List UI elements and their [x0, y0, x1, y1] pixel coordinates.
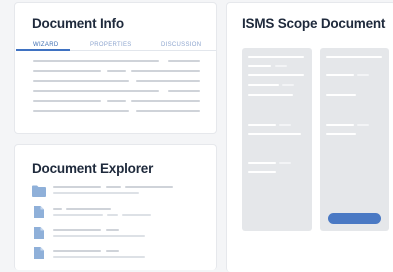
info-text-line [136, 80, 200, 82]
info-text-line [33, 100, 101, 102]
explorer-item-line [53, 214, 103, 216]
info-text-line [33, 80, 129, 82]
info-text-line [131, 70, 200, 72]
file-icon [34, 227, 44, 239]
info-text-line [131, 100, 200, 102]
page-text-line [275, 65, 287, 67]
page-text-line [357, 74, 369, 76]
explorer-item-line [122, 214, 151, 216]
info-text-line [136, 110, 200, 112]
explorer-item-line [53, 256, 145, 258]
explorer-item-line [53, 229, 101, 231]
info-text-line [33, 70, 101, 72]
page-text-line [248, 162, 276, 164]
document-explorer-title: Document Explorer [32, 161, 154, 176]
tab-properties[interactable]: PROPERTIES [90, 42, 132, 48]
tab-discussion[interactable]: DISCUSSION [161, 42, 201, 48]
tab-wizard[interactable]: WIZARD [33, 42, 58, 48]
explorer-item-line [106, 186, 121, 188]
explorer-item-line [66, 208, 111, 210]
explorer-item-line [107, 214, 118, 216]
explorer-item-line [53, 250, 101, 252]
page-text-line [248, 56, 304, 58]
page-text-line [248, 124, 276, 126]
info-text-line [33, 110, 129, 112]
active-tab-indicator [16, 49, 70, 51]
page-text-line [248, 133, 301, 135]
primary-action-button[interactable] [328, 213, 381, 224]
page-text-line [326, 124, 354, 126]
explorer-item-line [106, 250, 119, 252]
page-text-line [248, 84, 279, 86]
page-text-line [248, 171, 276, 173]
explorer-item-line [125, 186, 173, 188]
explorer-item-line [53, 192, 139, 194]
explorer-item-line [106, 229, 119, 231]
explorer-item-line [53, 186, 101, 188]
page-text-line [279, 162, 291, 164]
page-text-line [248, 94, 293, 96]
page-text-line [326, 56, 382, 58]
explorer-item-line [53, 235, 145, 237]
info-text-line [168, 60, 200, 62]
folder-icon [32, 185, 46, 197]
info-text-line [107, 70, 126, 72]
page-text-line [326, 74, 354, 76]
info-text-line [33, 90, 159, 92]
info-text-line [168, 90, 200, 92]
page-text-line [326, 133, 356, 135]
scope-document-title: ISMS Scope Document [242, 16, 386, 31]
file-icon [34, 247, 44, 259]
info-text-line [33, 60, 159, 62]
page-text-line [326, 94, 356, 96]
page-text-line [279, 124, 291, 126]
file-icon [34, 206, 44, 218]
page-text-line [357, 124, 369, 126]
document-info-title: Document Info [32, 16, 124, 31]
info-text-line [107, 100, 126, 102]
page-text-line [282, 84, 294, 86]
explorer-item-line [53, 208, 62, 210]
page-text-line [248, 74, 304, 76]
page-text-line [248, 65, 271, 67]
